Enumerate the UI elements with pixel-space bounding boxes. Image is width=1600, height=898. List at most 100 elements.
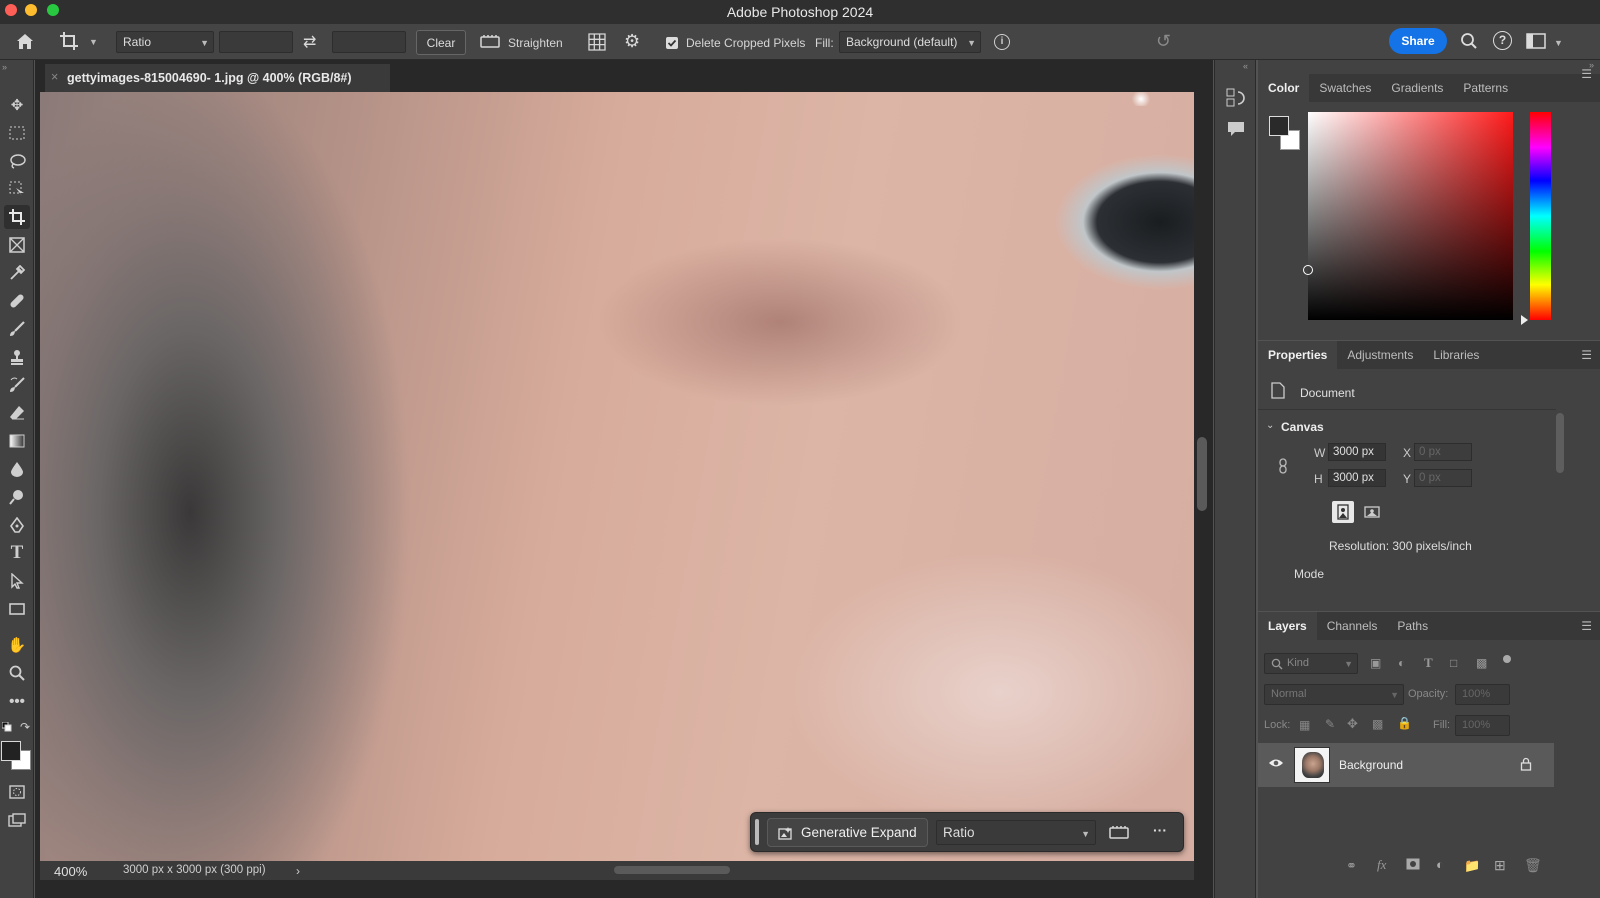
hue-slider-handle[interactable]: [1521, 315, 1528, 325]
canvas-width-input[interactable]: 3000 px: [1328, 443, 1386, 461]
new-layer-icon[interactable]: ⊞: [1494, 857, 1506, 874]
home-icon[interactable]: [14, 31, 36, 51]
horizontal-scrollbar[interactable]: [614, 866, 730, 874]
gear-icon[interactable]: ⚙: [624, 31, 640, 52]
lock-icon[interactable]: [1520, 757, 1532, 771]
screen-mode-icon[interactable]: [4, 808, 30, 832]
width-ratio-input[interactable]: [219, 31, 293, 53]
fx-icon[interactable]: fx: [1377, 857, 1386, 873]
hue-slider[interactable]: [1530, 112, 1551, 320]
generative-expand-button[interactable]: Generative Expand: [767, 818, 928, 847]
more-options-icon[interactable]: ···: [1153, 822, 1167, 838]
straighten-label[interactable]: Straighten: [508, 36, 563, 50]
color-picker-handle[interactable]: [1303, 265, 1313, 275]
swap-colors-icon[interactable]: ↷: [20, 720, 30, 734]
context-ratio-select[interactable]: Ratio ▼: [936, 820, 1096, 845]
fill-input[interactable]: 100%: [1455, 715, 1510, 736]
properties-scrollbar[interactable]: [1556, 413, 1564, 473]
eraser-tool-icon[interactable]: [4, 401, 30, 425]
lock-artboard-icon[interactable]: ▩: [1372, 717, 1383, 731]
more-tools-icon[interactable]: •••: [4, 689, 30, 713]
search-icon[interactable]: [1460, 32, 1478, 50]
hand-tool-icon[interactable]: ✋: [4, 633, 30, 657]
close-tab-icon[interactable]: ×: [51, 70, 58, 84]
swap-icon[interactable]: ⇄: [303, 32, 316, 52]
image-canvas[interactable]: [40, 92, 1194, 861]
crop-tool-icon[interactable]: [4, 205, 30, 229]
dodge-tool-icon[interactable]: [4, 485, 30, 509]
quick-mask-icon[interactable]: [4, 780, 30, 804]
overlay-grid-icon[interactable]: [587, 32, 607, 52]
height-ratio-input[interactable]: [332, 31, 406, 53]
foreground-color-swatch[interactable]: [1269, 116, 1289, 136]
layer-row[interactable]: Background: [1258, 743, 1554, 787]
tab-channels[interactable]: Channels: [1317, 612, 1388, 640]
opacity-input[interactable]: 100%: [1455, 684, 1510, 705]
workspace-chevron-icon[interactable]: ▼: [1554, 38, 1563, 48]
pen-tool-icon[interactable]: [4, 513, 30, 537]
healing-brush-tool-icon[interactable]: [4, 289, 30, 313]
blur-tool-icon[interactable]: [4, 457, 30, 481]
document-info[interactable]: 3000 px x 3000 px (300 ppi): [123, 864, 266, 876]
type-layer-filter-icon[interactable]: T: [1424, 655, 1433, 671]
help-icon[interactable]: ?: [1493, 31, 1512, 50]
lock-transparent-icon[interactable]: ▦: [1299, 718, 1310, 732]
layer-kind-filter[interactable]: Kind ▼: [1264, 653, 1358, 674]
canvas-height-input[interactable]: 3000 px: [1328, 469, 1386, 487]
landscape-orientation-button[interactable]: [1361, 501, 1383, 523]
panel-menu-icon[interactable]: ☰: [1581, 67, 1592, 81]
panel-menu-icon[interactable]: ☰: [1581, 348, 1592, 362]
zoom-tool-icon[interactable]: [4, 661, 30, 685]
brush-tool-icon[interactable]: [4, 317, 30, 341]
panel-menu-icon[interactable]: ☰: [1581, 619, 1592, 633]
lock-position-icon[interactable]: ✥: [1347, 716, 1358, 732]
portrait-orientation-button[interactable]: [1332, 501, 1354, 523]
tab-patterns[interactable]: Patterns: [1453, 74, 1518, 102]
path-selection-tool-icon[interactable]: [4, 569, 30, 593]
canvas-section-label[interactable]: Canvas: [1281, 420, 1324, 434]
gradient-tool-icon[interactable]: [4, 429, 30, 453]
lock-all-icon[interactable]: 🔒: [1397, 716, 1412, 730]
add-mask-icon[interactable]: [1406, 858, 1420, 870]
info-expand-icon[interactable]: ›: [296, 864, 300, 878]
chevron-down-icon[interactable]: ⌄: [1266, 420, 1274, 431]
move-tool-icon[interactable]: ✥: [4, 93, 30, 117]
collapse-tools-icon[interactable]: »: [2, 62, 7, 72]
shape-layer-filter-icon[interactable]: □: [1450, 656, 1457, 670]
straighten-icon[interactable]: [1109, 824, 1129, 840]
blend-mode-select[interactable]: Normal ▼: [1264, 684, 1404, 705]
lasso-tool-icon[interactable]: [4, 149, 30, 173]
comments-panel-icon[interactable]: [1226, 120, 1246, 138]
marquee-tool-icon[interactable]: [4, 121, 30, 145]
ratio-select[interactable]: Ratio ▼: [116, 31, 214, 53]
canvas-y-input[interactable]: 0 px: [1414, 469, 1472, 487]
adjustment-layer-icon[interactable]: ◐: [1436, 857, 1444, 872]
history-panel-icon[interactable]: [1226, 88, 1246, 108]
delete-cropped-checkbox[interactable]: [666, 37, 678, 49]
clone-stamp-tool-icon[interactable]: [4, 345, 30, 369]
tab-properties[interactable]: Properties: [1258, 341, 1338, 369]
tool-preset-chevron-icon[interactable]: ▼: [89, 37, 98, 47]
layer-name[interactable]: Background: [1339, 758, 1403, 772]
object-selection-tool-icon[interactable]: [4, 177, 30, 201]
document-tab[interactable]: × gettyimages-815004690- 1.jpg @ 400% (R…: [45, 64, 390, 92]
frame-tool-icon[interactable]: [4, 233, 30, 257]
type-tool-icon[interactable]: T: [4, 541, 30, 565]
crop-tool-icon[interactable]: [58, 30, 82, 52]
color-field[interactable]: [1303, 112, 1513, 320]
straighten-icon[interactable]: [480, 33, 500, 49]
adjustment-layer-filter-icon[interactable]: ◐: [1398, 656, 1405, 670]
tab-color[interactable]: Color: [1258, 74, 1310, 102]
clear-button[interactable]: Clear: [416, 30, 466, 55]
foreground-color-swatch[interactable]: [1, 741, 21, 761]
delete-layer-icon[interactable]: 🗑: [1524, 857, 1542, 874]
smart-object-filter-icon[interactable]: ▩: [1476, 656, 1487, 670]
default-colors-icon[interactable]: [2, 722, 12, 732]
canvas-x-input[interactable]: 0 px: [1414, 443, 1472, 461]
filter-toggle[interactable]: [1503, 655, 1511, 663]
tab-adjustments[interactable]: Adjustments: [1337, 341, 1423, 369]
drag-handle[interactable]: [755, 819, 759, 845]
new-group-icon[interactable]: 📁: [1464, 858, 1480, 874]
rectangle-tool-icon[interactable]: [4, 597, 30, 621]
tab-layers[interactable]: Layers: [1258, 612, 1317, 640]
